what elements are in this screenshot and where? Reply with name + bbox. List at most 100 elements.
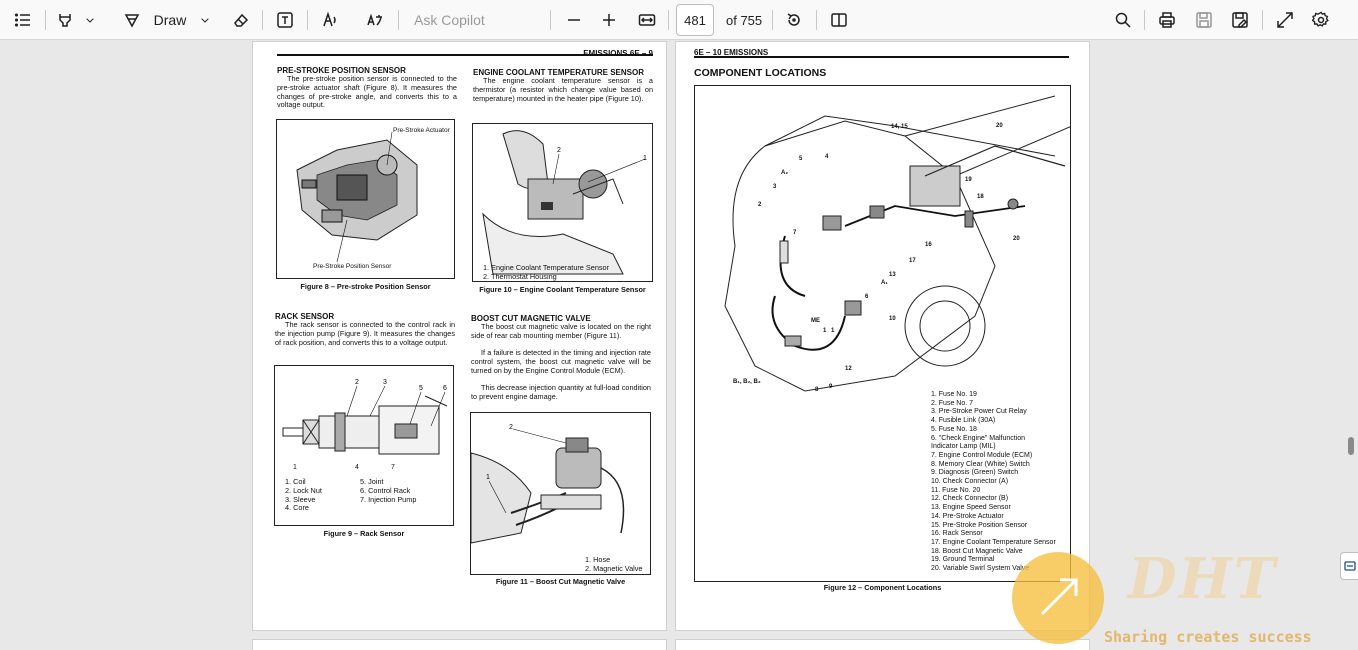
section-body: The engine coolant temperature sensor is… bbox=[473, 76, 653, 103]
side-panel-toggle[interactable] bbox=[1340, 552, 1358, 580]
fig8-label-bottom: Pre-Stroke Position Sensor bbox=[313, 263, 392, 270]
watermark-logo bbox=[1012, 552, 1104, 644]
zoom-out-icon[interactable] bbox=[562, 4, 586, 36]
section-body: The rack sensor is connected to the cont… bbox=[275, 320, 455, 347]
legend-item: 5. Fuse No. 18 bbox=[931, 425, 977, 433]
highlight-icon[interactable] bbox=[53, 4, 77, 36]
legend-item: 7. Injection Pump bbox=[360, 494, 417, 504]
page-view-icon[interactable] bbox=[827, 4, 851, 36]
draw-icon[interactable] bbox=[120, 4, 144, 36]
read-aloud-icon[interactable] bbox=[318, 4, 342, 36]
pdf-toolbar: Draw Ask Copilot of 755 bbox=[0, 0, 1358, 40]
divider bbox=[550, 10, 551, 30]
legend-item: 2. Fuse No. 7 bbox=[931, 399, 974, 407]
svg-text:2: 2 bbox=[509, 424, 513, 431]
save-icon[interactable] bbox=[1192, 4, 1216, 36]
section-body: The boost cut magnetic valve is located … bbox=[471, 322, 651, 340]
svg-text:A₂: A₂ bbox=[781, 170, 788, 176]
divider bbox=[45, 10, 46, 30]
legend-item: 9. Diagnosis (Green) Switch bbox=[931, 469, 1019, 477]
draw-button[interactable]: Draw bbox=[150, 4, 190, 36]
figure-legend: 1. Engine Coolant Temperature Sensor 2. … bbox=[483, 263, 609, 281]
side-panel-icon bbox=[1343, 561, 1356, 571]
legend-item: 10. Check Connector (A) bbox=[931, 478, 1009, 486]
legend-item: Indicator Lamp (MIL) bbox=[931, 443, 996, 451]
translate-icon[interactable] bbox=[362, 4, 388, 36]
figure-12-illustration: 14, 15 20 54 A₂ 3 27 16 17 19 18 20 13 A₁ 6 10… bbox=[694, 85, 1071, 582]
section-body: This decrease injection quantity at full… bbox=[471, 383, 651, 401]
watermark-brand: DHT bbox=[1128, 546, 1278, 612]
svg-text:1: 1 bbox=[643, 155, 647, 162]
svg-text:2: 2 bbox=[355, 379, 359, 386]
svg-text:17: 17 bbox=[909, 258, 916, 264]
legend-item: 6. "Check Engine" Malfunction bbox=[931, 434, 1026, 442]
contents-icon[interactable] bbox=[10, 4, 36, 36]
pdf-page-right: 6E – 10 EMISSIONS COMPONENT LOCATIONS 14… bbox=[675, 41, 1090, 631]
figure-legend: 5. Joint 6. Control Rack 7. Injection Pu… bbox=[360, 477, 417, 504]
page-number-input[interactable] bbox=[676, 4, 714, 36]
divider bbox=[816, 10, 817, 30]
svg-text:A₁: A₁ bbox=[881, 280, 888, 286]
divider bbox=[1144, 10, 1145, 30]
svg-text:5: 5 bbox=[419, 385, 423, 392]
svg-text:13: 13 bbox=[889, 272, 896, 278]
fit-width-icon[interactable] bbox=[634, 4, 660, 36]
legend-item: 2. Magnetic Valve bbox=[585, 563, 643, 573]
pdf-page-left: EMISSIONS 6E – 9 PRE-STROKE POSITION SEN… bbox=[252, 41, 667, 631]
text-box-icon[interactable] bbox=[273, 4, 297, 36]
legend-item: 15. Pre-Stroke Position Sensor bbox=[931, 521, 1028, 529]
svg-text:18: 18 bbox=[977, 194, 984, 200]
legend-item: 2. Thermostat Housing bbox=[483, 271, 557, 281]
rotate-icon[interactable] bbox=[782, 4, 806, 36]
divider bbox=[1262, 10, 1263, 30]
legend-item: 17. Engine Coolant Temperature Sensor bbox=[931, 538, 1056, 546]
divider bbox=[262, 10, 263, 30]
watermark-slogan: Sharing creates success bbox=[1104, 628, 1312, 646]
svg-text:1: 1 bbox=[486, 474, 490, 481]
figure-legend: 1. Coil 2. Lock Nut 3. Sleeve 4. Core bbox=[285, 477, 322, 513]
eraser-icon[interactable] bbox=[229, 4, 253, 36]
legend-item: 3. Pre-Stroke Power Cut Relay bbox=[931, 408, 1027, 416]
divider bbox=[307, 10, 308, 30]
figure-8-illustration: Pre-Stroke Actuator Pre-Stroke Position … bbox=[276, 119, 455, 279]
print-icon[interactable] bbox=[1155, 4, 1179, 36]
svg-text:12: 12 bbox=[845, 366, 852, 372]
svg-text:16: 16 bbox=[925, 242, 932, 248]
legend-item: 13. Engine Speed Sensor bbox=[931, 504, 1011, 512]
legend-item: 11. Fuse No. 20 bbox=[931, 486, 981, 494]
svg-text:14, 15: 14, 15 bbox=[891, 124, 908, 130]
figure-caption: Figure 8 – Pre-stroke Position Sensor bbox=[300, 282, 431, 291]
figure-caption: Figure 10 – Engine Coolant Temperature S… bbox=[479, 285, 646, 294]
svg-text:B₁, B₂, B₃: B₁, B₂, B₃ bbox=[733, 379, 761, 385]
callout-1: 1 bbox=[293, 464, 297, 471]
legend-item: 8. Memory Clear (White) Switch bbox=[931, 460, 1030, 468]
zoom-in-icon[interactable] bbox=[597, 4, 621, 36]
figure-caption: Figure 9 – Rack Sensor bbox=[323, 529, 405, 538]
chevron-down-icon[interactable] bbox=[80, 4, 100, 36]
legend-item: 1. Fuse No. 19 bbox=[931, 391, 977, 398]
figure-legend: 1. Fuse No. 19 2. Fuse No. 7 3. Pre-Stro… bbox=[931, 391, 1056, 574]
legend-item: 14. Pre-Stroke Actuator bbox=[931, 512, 1004, 520]
fullscreen-icon[interactable] bbox=[1273, 4, 1297, 36]
pdf-page-next-left bbox=[252, 639, 667, 650]
legend-item: 16. Rack Sensor bbox=[931, 530, 983, 538]
svg-text:3: 3 bbox=[383, 379, 387, 386]
section-body: The pre-stroke position sensor is connec… bbox=[277, 74, 457, 110]
settings-icon[interactable] bbox=[1309, 4, 1333, 36]
legend-item: 4. Core bbox=[285, 503, 309, 513]
save-as-icon[interactable] bbox=[1228, 4, 1252, 36]
figure-legend: 1. Hose 2. Magnetic Valve bbox=[585, 555, 643, 574]
page-header: EMISSIONS 6E – 9 bbox=[583, 49, 653, 58]
search-icon[interactable] bbox=[1111, 4, 1135, 36]
figure-10-illustration: 2 1 1. Engine Coolant Temperature Sensor… bbox=[472, 123, 653, 282]
legend-item: 12. Check Connector (B) bbox=[931, 495, 1009, 503]
vertical-scrollbar-thumb[interactable] bbox=[1348, 437, 1354, 455]
ask-copilot-button[interactable]: Ask Copilot bbox=[406, 4, 493, 36]
callout-4: 4 bbox=[355, 464, 359, 471]
section-body: If a failure is detected in the timing a… bbox=[471, 348, 651, 375]
fig8-label-top: Pre-Stroke Actuator bbox=[393, 127, 450, 134]
callout-7: 7 bbox=[391, 464, 395, 471]
svg-text:20: 20 bbox=[996, 123, 1003, 129]
figure-9-illustration: 2 3 5 6 1 4 7 1. Coil 2. Lock Nut 3. Sle… bbox=[274, 365, 454, 526]
chevron-down-icon[interactable] bbox=[195, 4, 215, 36]
